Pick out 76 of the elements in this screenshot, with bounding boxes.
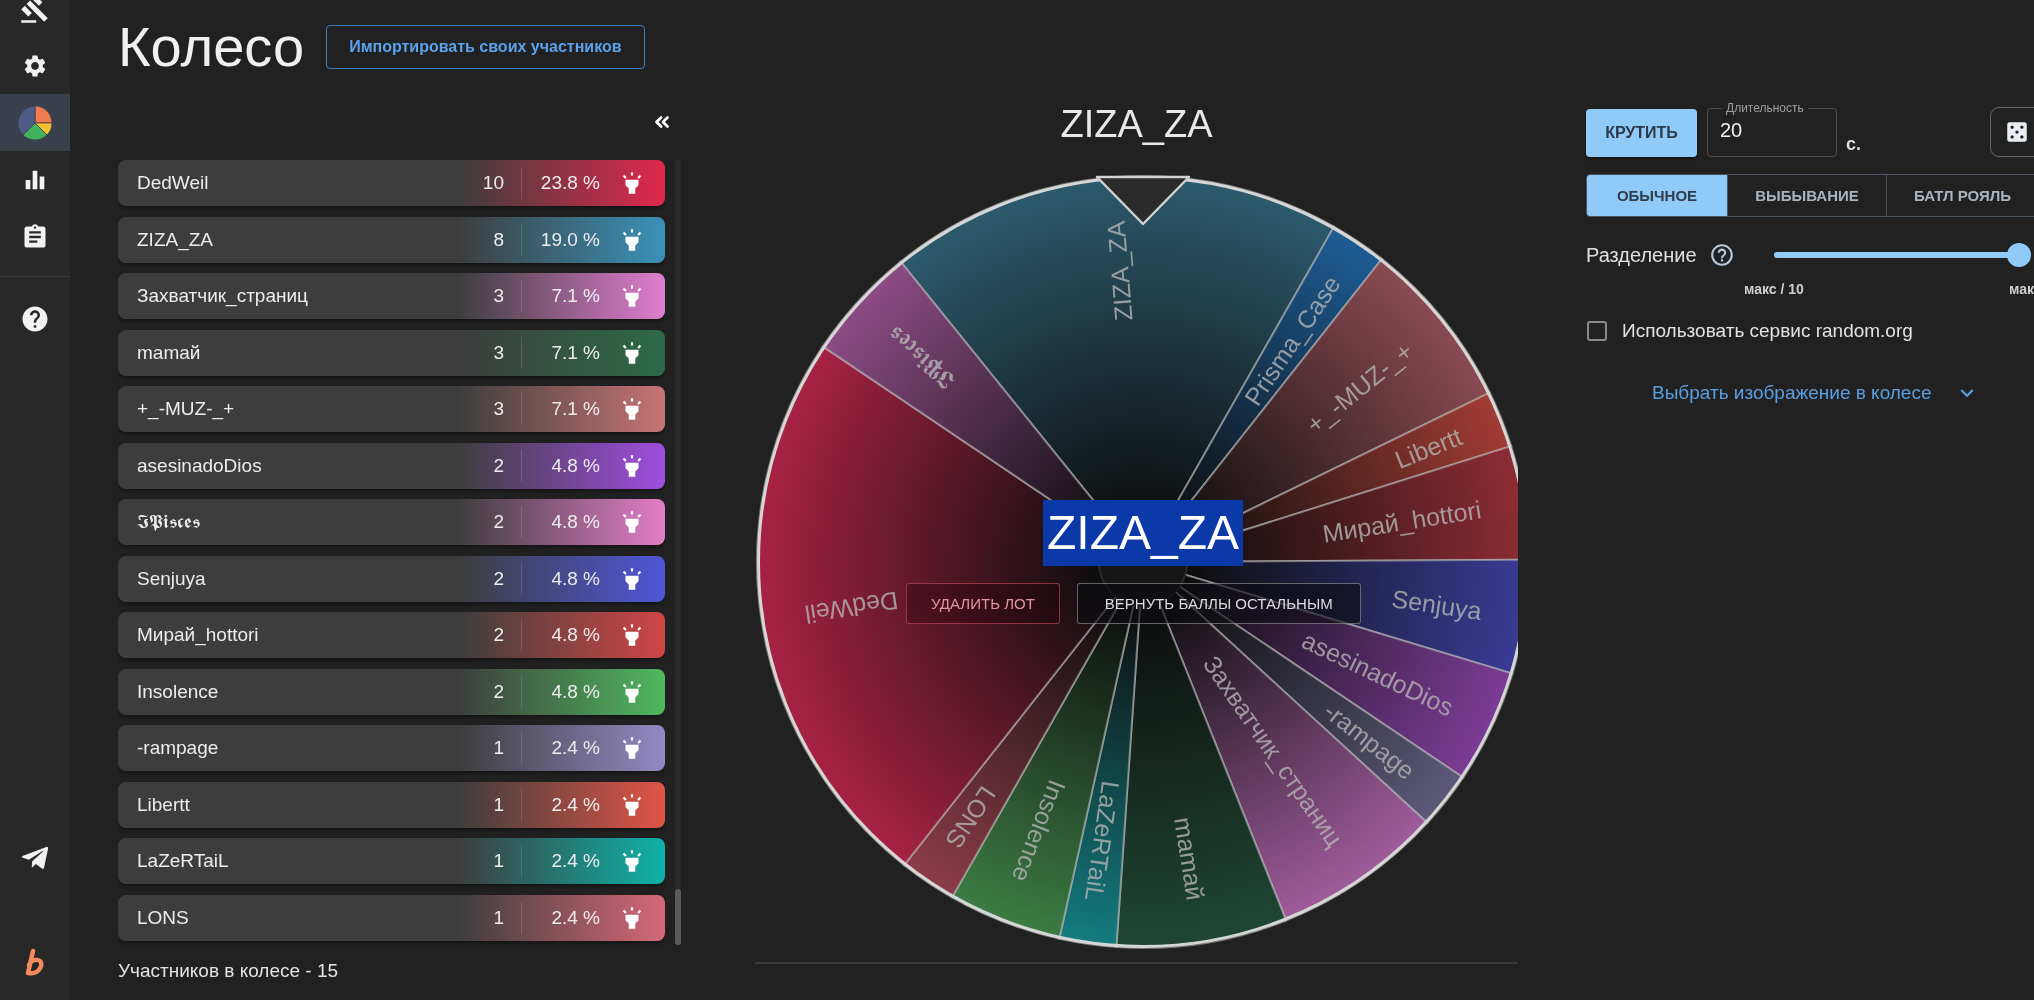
split-label: Разделение (1586, 243, 1697, 267)
participant-name: Захватчик_страниц (137, 285, 309, 307)
image-select-link[interactable]: Выбрать изображение в колесе (1652, 379, 1980, 407)
participant-name: -rampage (137, 737, 220, 759)
percent-value: 2.4 % (550, 737, 600, 759)
percent-value: 7.1 % (550, 285, 600, 307)
percent-value: 4.8 % (550, 511, 600, 533)
participant-name: Insolence (137, 680, 220, 703)
participant-name: DedWeil (137, 172, 210, 194)
duration-field[interactable]: Длительность 20 (1707, 101, 1837, 157)
points-value: 1 (493, 737, 505, 759)
points-value: 1 (493, 906, 505, 929)
points-value: 3 (493, 285, 505, 307)
points-value: 2 (493, 567, 505, 590)
points-value: 2 (493, 624, 505, 646)
sidebar-item[interactable] (0, 94, 70, 151)
points-value: 2 (493, 511, 505, 533)
points-value: 1 (493, 850, 505, 872)
points-value: 2 (493, 454, 505, 477)
percent-value: 7.1 % (550, 398, 600, 420)
mode-tab[interactable]: ОБЫЧНОЕ (1587, 175, 1727, 216)
gavel-icon[interactable] (20, 0, 50, 24)
help-icon[interactable] (1708, 242, 1735, 268)
points-value: 10 (482, 172, 505, 194)
points-value: 8 (493, 228, 505, 251)
spin-button[interactable]: КРУТИТЬ (1586, 109, 1697, 157)
percent-value: 2.4 % (550, 906, 600, 929)
slice-label: mamaй (1169, 815, 1210, 903)
delete-lot-button[interactable]: УДАЛИТЬ ЛОТ (906, 583, 1060, 624)
import-button[interactable]: Импортировать своих участников (326, 25, 645, 69)
points-value: 2 (493, 680, 505, 703)
percent-value: 4.8 % (550, 624, 600, 646)
percent-value: 2.4 % (550, 850, 600, 872)
winner-name: ZIZA_ZA (1043, 500, 1243, 566)
participant-name: asesinadoDios (137, 454, 263, 477)
participant-name: 𝕴𝕻𝖎𝖘𝖈𝖊𝖘 (137, 511, 201, 533)
participant-name: mamaй (137, 341, 202, 364)
slice-label: DedWeil (802, 586, 901, 629)
percent-value: 2.4 % (550, 793, 600, 816)
scrollbar-thumb[interactable] (675, 889, 681, 945)
percent-value: 4.8 % (550, 567, 600, 590)
percent-value: 4.8 % (550, 680, 600, 703)
slider-thumb[interactable] (2006, 243, 2031, 267)
slice-label: ZIZA_ZA (1101, 220, 1138, 322)
participant-name: +_-MUZ-_+ (137, 398, 236, 420)
points-value: 3 (493, 341, 505, 364)
points-value: 1 (493, 793, 505, 816)
checkbox[interactable] (1587, 321, 1607, 341)
mode-tab[interactable]: БАТЛ РОЯЛЬ (1886, 175, 2034, 216)
pie-chart-icon[interactable] (18, 105, 52, 140)
participant-name: ZIZA_ZA (137, 228, 214, 251)
points-value: 3 (493, 398, 505, 420)
slice-label: Libertt (1390, 422, 1466, 474)
page-title: Колесо (118, 15, 305, 79)
percent-value: 4.8 % (550, 454, 600, 477)
participant-name: Мирай_hottori (137, 624, 260, 646)
wheel-title: ZIZA_ZA (1060, 102, 1213, 146)
slice-label: Senjuya (1390, 584, 1484, 625)
percent-value: 19.0 % (539, 228, 600, 251)
participant-name: LaZeRTaiL (137, 850, 230, 872)
participant-name: Senjuya (137, 567, 207, 590)
participant-name: LONS (137, 906, 190, 929)
slice-label: LaZeRTaiL (1080, 779, 1126, 903)
participants-count: Участников в колесе - 15 (118, 959, 340, 983)
percent-value: 23.8 % (539, 172, 600, 194)
scrollbar-track[interactable] (675, 160, 681, 945)
participant-name: Libertt (137, 793, 191, 816)
slider-mark-label: макс / 10 (1744, 281, 1804, 299)
mode-tab[interactable]: ВЫБЫВАНИЕ (1727, 175, 1886, 216)
random-button[interactable] (1990, 107, 2034, 157)
checkbox-label: Использовать сервис random.org (1622, 320, 1913, 342)
slider-mark-label: мак (2009, 281, 2034, 299)
percent-value: 7.1 % (550, 341, 600, 364)
return-points-button[interactable]: ВЕРНУТЬ БАЛЛЫ ОСТАЛЬНЫМ (1076, 583, 1361, 624)
unit-label: с. (1846, 134, 1861, 155)
dice-icon[interactable] (2004, 119, 2030, 145)
